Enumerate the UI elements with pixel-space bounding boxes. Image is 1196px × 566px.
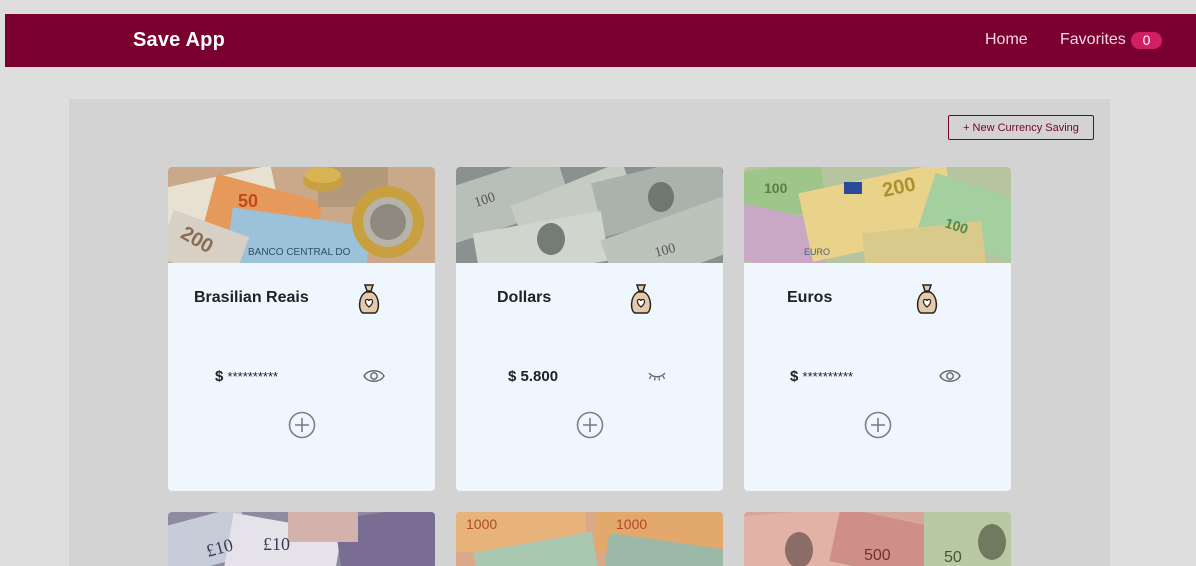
card-title: Dollars — [497, 289, 552, 306]
currency-symbol: $ — [790, 368, 799, 385]
hidden-amount: ********** — [227, 369, 279, 384]
svg-text:£10: £10 — [263, 534, 290, 554]
eye-icon[interactable] — [363, 367, 385, 385]
currency-card: 200 100 100 EURO Euros $ ********** — [744, 167, 1011, 491]
add-circle-icon[interactable] — [576, 411, 604, 439]
saving-amount: $ ********** — [790, 368, 853, 385]
currency-symbol: $ — [215, 368, 224, 385]
card-title: Brasilian Reais — [194, 289, 309, 306]
add-circle-icon[interactable] — [864, 411, 892, 439]
money-bag-icon[interactable] — [356, 283, 382, 315]
currency-symbol: $ — [508, 368, 517, 385]
svg-text:EURO: EURO — [804, 247, 830, 257]
card-title: Euros — [787, 289, 833, 306]
nav-favorites-link[interactable]: Favorites — [1060, 31, 1126, 49]
navbar: Save App Home Favorites 0 — [5, 14, 1196, 67]
app-brand[interactable]: Save App — [133, 29, 225, 52]
thai-banknotes-image: 50 500 — [744, 512, 1011, 566]
svg-text:100: 100 — [764, 180, 788, 196]
pound-banknotes-image: £10 £10 — [168, 512, 435, 566]
main-container: + New Currency Saving 200 50 BANCO CENTR… — [69, 99, 1110, 566]
svg-text:50: 50 — [238, 191, 258, 211]
brazilian-banknotes-image: 200 50 BANCO CENTRAL DO — [168, 167, 435, 263]
svg-text:50: 50 — [944, 549, 962, 566]
favorites-count-badge[interactable]: 0 — [1131, 32, 1162, 49]
hidden-amount: ********** — [802, 369, 854, 384]
euro-banknotes-image: 200 100 100 EURO — [744, 167, 1011, 263]
currency-card: 100 100 Dollars $ 5.800 — [456, 167, 723, 491]
saving-amount: $ ********** — [215, 368, 278, 385]
svg-text:500: 500 — [864, 547, 891, 564]
visible-amount: 5.800 — [520, 368, 559, 385]
eye-icon[interactable] — [939, 367, 961, 385]
new-currency-saving-button[interactable]: + New Currency Saving — [948, 115, 1094, 140]
svg-text:BANCO CENTRAL DO: BANCO CENTRAL DO — [248, 247, 351, 258]
currency-card: 200 50 BANCO CENTRAL DO Brasilian Reais … — [168, 167, 435, 491]
add-circle-icon[interactable] — [288, 411, 316, 439]
saving-amount: $ 5.800 — [508, 368, 558, 385]
us-dollar-bills-image: 100 100 — [456, 167, 723, 263]
svg-text:1000: 1000 — [466, 516, 497, 532]
svg-text:1000: 1000 — [616, 516, 647, 532]
money-bag-icon[interactable] — [914, 283, 940, 315]
nav-home-link[interactable]: Home — [985, 31, 1028, 49]
eye-closed-icon[interactable] — [646, 367, 668, 385]
argentine-banknotes-image: 1000 1000 — [456, 512, 723, 566]
money-bag-icon[interactable] — [628, 283, 654, 315]
